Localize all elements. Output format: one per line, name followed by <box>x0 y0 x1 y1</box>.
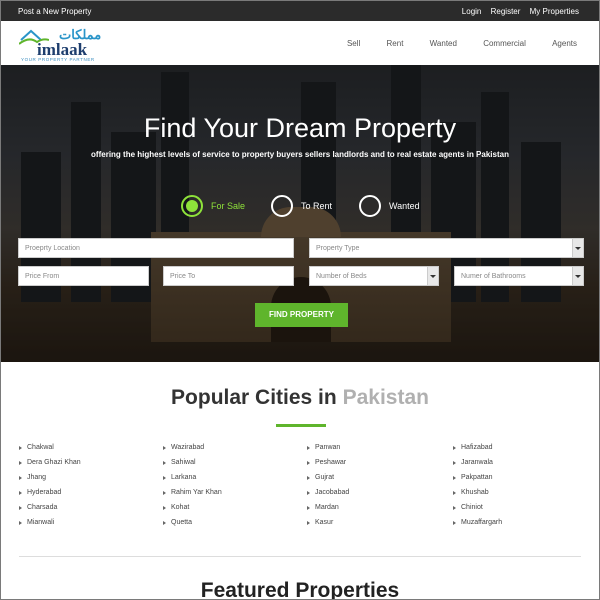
beds-select[interactable]: Number of Beds <box>309 266 439 286</box>
register-link[interactable]: Register <box>491 7 521 16</box>
nav-wanted[interactable]: Wanted <box>430 39 457 48</box>
city-link[interactable]: Kasur <box>307 519 349 534</box>
hero-search: Find Your Dream Property offering the hi… <box>1 65 599 362</box>
city-link[interactable]: Mianwali <box>19 519 81 534</box>
city-link[interactable]: Panwan <box>307 444 349 459</box>
page: Post a New Property Login Register My Pr… <box>0 0 600 600</box>
city-link[interactable]: Peshawar <box>307 459 349 474</box>
login-link[interactable]: Login <box>462 7 482 16</box>
city-link[interactable]: Hafizabad <box>453 444 502 459</box>
city-link[interactable]: Pakpattan <box>453 474 502 489</box>
radio-unselected-icon <box>271 195 293 217</box>
radio-label: To Rent <box>301 201 333 211</box>
featured-properties-title: Featured Properties <box>200 579 400 600</box>
radio-label: For Sale <box>211 201 246 211</box>
city-link[interactable]: Dera Ghazi Khan <box>19 459 81 474</box>
my-properties-link[interactable]: My Properties <box>530 7 579 16</box>
price-to-input[interactable]: Price To <box>163 266 294 286</box>
city-link[interactable]: Gujrat <box>307 474 349 489</box>
city-column: Hafizabad Jaranwala Pakpattan Khushab Ch… <box>453 444 502 534</box>
logo-tagline: YOUR PROPERTY PARTNER <box>21 57 95 62</box>
bathrooms-select[interactable]: Numer of Bathrooms <box>454 266 584 286</box>
select-value: Numer of Bathrooms <box>461 273 526 280</box>
city-link[interactable]: Muzaffargarh <box>453 519 502 534</box>
chevron-down-icon <box>572 239 583 257</box>
popular-cities-title: Popular Cities in Pakistan <box>1 386 599 410</box>
top-bar: Post a New Property Login Register My Pr… <box>1 1 599 21</box>
hero-subtitle: offering the highest levels of service t… <box>91 150 509 159</box>
city-link[interactable]: Jaranwala <box>453 459 502 474</box>
nav-rent[interactable]: Rent <box>387 39 404 48</box>
hero-title: Find Your Dream Property <box>143 113 457 143</box>
city-link[interactable]: Kohat <box>163 504 222 519</box>
title-underline <box>276 424 326 427</box>
select-value: Number of Beds <box>316 273 367 280</box>
nav-sell[interactable]: Sell <box>347 39 360 48</box>
chevron-down-icon <box>427 267 438 285</box>
city-link[interactable]: Khushab <box>453 489 502 504</box>
radio-selected-icon <box>181 195 203 217</box>
city-link[interactable]: Chakwal <box>19 444 81 459</box>
city-link[interactable]: Jacobabad <box>307 489 349 504</box>
radio-unselected-icon <box>359 195 381 217</box>
city-link[interactable]: Jhang <box>19 474 81 489</box>
nav-commercial[interactable]: Commercial <box>483 39 526 48</box>
nav-agents[interactable]: Agents <box>552 39 577 48</box>
city-link[interactable]: Larkana <box>163 474 222 489</box>
chevron-down-icon <box>572 267 583 285</box>
section-divider <box>19 556 581 557</box>
city-link[interactable]: Mardan <box>307 504 349 519</box>
account-links: Login Register My Properties <box>455 7 579 16</box>
city-column: Chakwal Dera Ghazi Khan Jhang Hyderabad … <box>19 444 81 534</box>
city-link[interactable]: Charsada <box>19 504 81 519</box>
cities-title-accent: Pakistan <box>342 386 429 409</box>
site-header: مملکات imlaak YOUR PROPERTY PARTNER Sell… <box>1 21 599 65</box>
property-location-input[interactable]: Proeprty Location <box>18 238 294 258</box>
post-property-link[interactable]: Post a New Property <box>18 7 91 16</box>
site-logo[interactable]: مملکات imlaak YOUR PROPERTY PARTNER <box>19 25 115 62</box>
city-column: Wazirabad Sahiwal Larkana Rahim Yar Khan… <box>163 444 222 534</box>
city-link[interactable]: Quetta <box>163 519 222 534</box>
main-nav: Sell Rent Wanted Commercial Agents <box>323 39 577 48</box>
price-from-input[interactable]: Price From <box>18 266 149 286</box>
listing-type-radios: For Sale To Rent Wanted <box>181 195 441 219</box>
city-link[interactable]: Sahiwal <box>163 459 222 474</box>
find-property-button[interactable]: FIND PROPERTY <box>255 303 348 327</box>
city-column: Panwan Peshawar Gujrat Jacobabad Mardan … <box>307 444 349 534</box>
property-type-select[interactable]: Property Type <box>309 238 584 258</box>
cities-title-main: Popular Cities in <box>171 386 337 409</box>
radio-label: Wanted <box>389 201 420 211</box>
select-value: Property Type <box>316 245 360 252</box>
city-link[interactable]: Wazirabad <box>163 444 222 459</box>
city-link[interactable]: Chiniot <box>453 504 502 519</box>
city-link[interactable]: Rahim Yar Khan <box>163 489 222 504</box>
city-link[interactable]: Hyderabad <box>19 489 81 504</box>
